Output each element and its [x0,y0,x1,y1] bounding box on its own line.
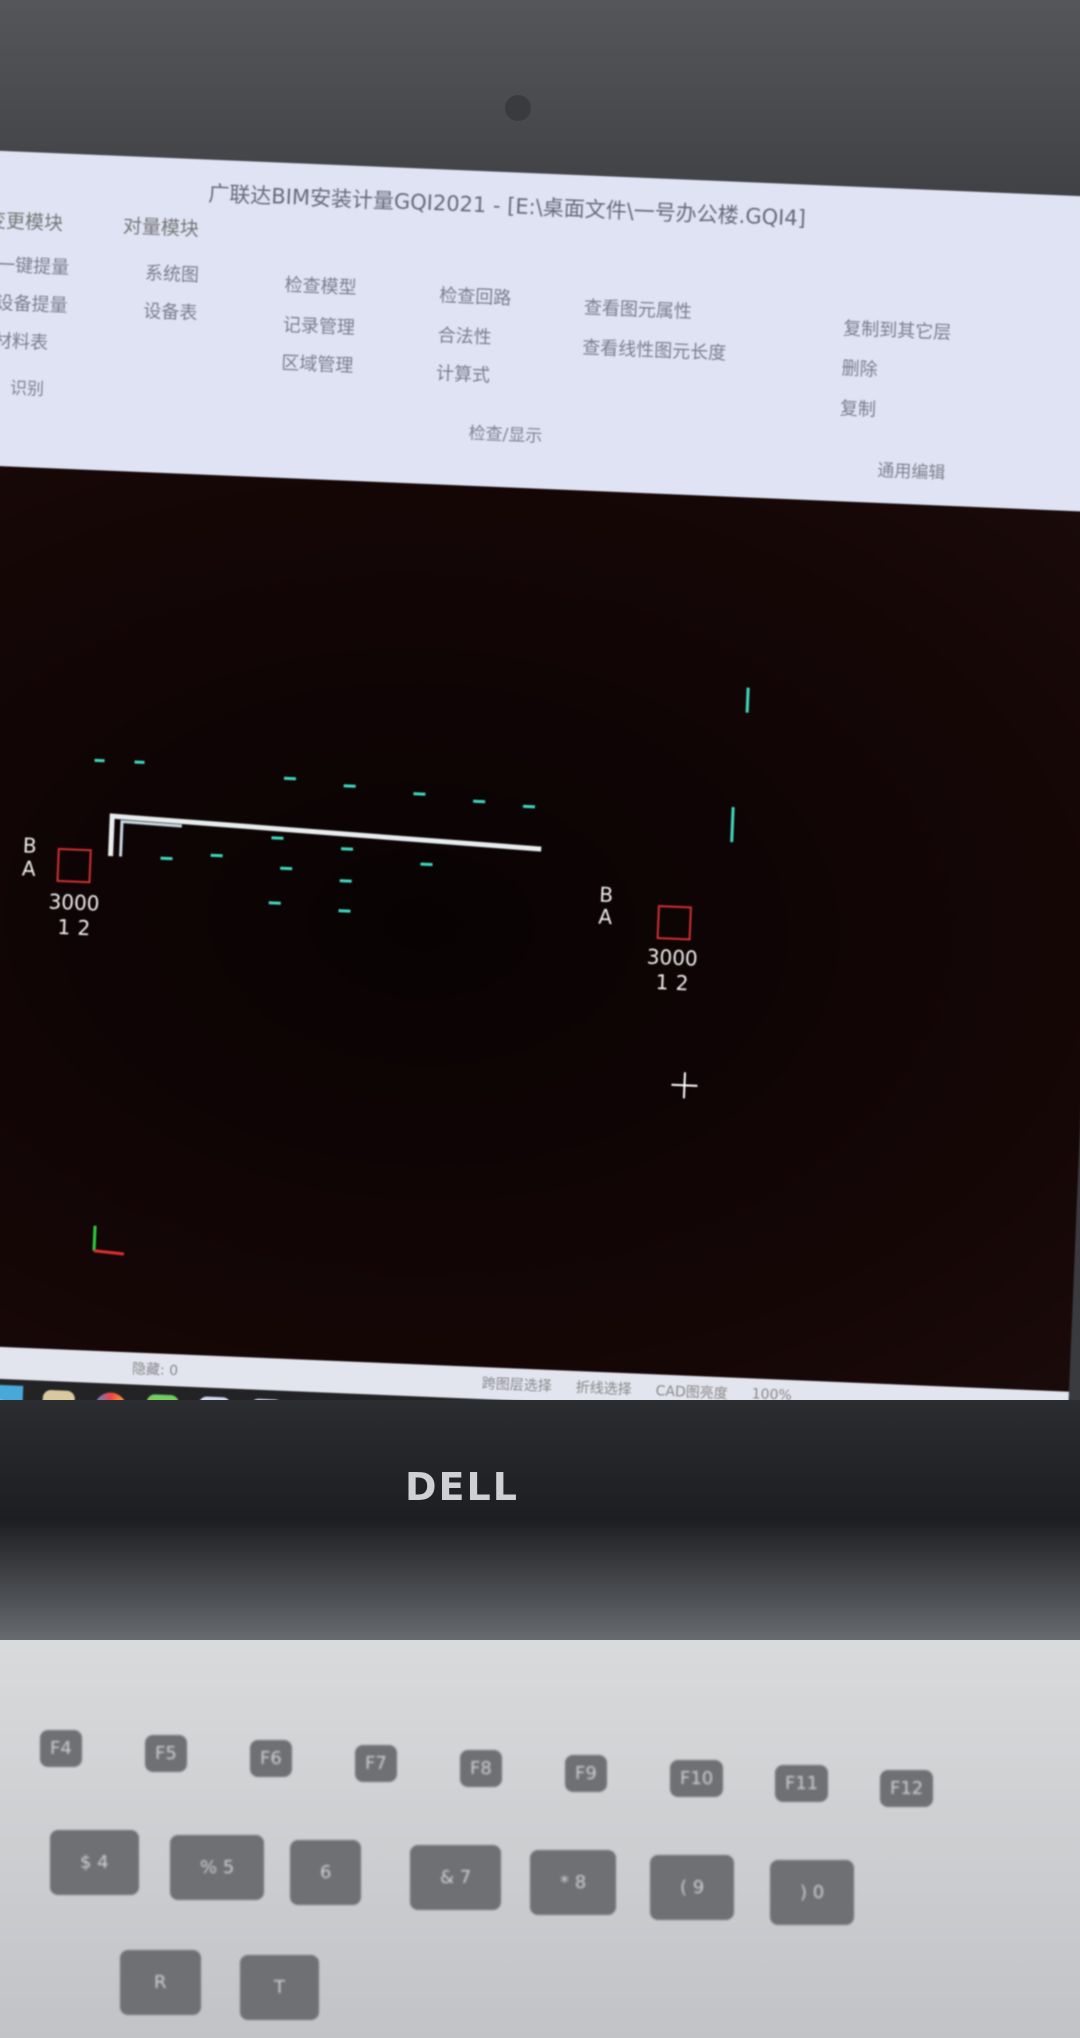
material-button[interactable]: 材料表 [0,327,49,355]
polyline-toggle[interactable]: 折线选择 [563,1377,644,1400]
key[interactable]: ( 9 [650,1855,735,1920]
axis-label-2: 2 [77,916,91,941]
tab-change[interactable]: 变更模块 [0,205,64,235]
copy-layer-button[interactable]: 复制到其它层 [843,314,952,344]
axis-label-b: B [599,883,614,908]
axis-label-b: B [22,833,37,858]
view-length-button[interactable]: 查看线性图元长度 [582,333,727,365]
system-diagram-button[interactable]: 系统图 [144,259,200,287]
key[interactable]: F9 [565,1755,607,1792]
key[interactable]: * 8 [530,1850,617,1915]
app-window: 广联达BIM安装计量GQI2021 - [E:\桌面文件\一号办公楼.GQI4]… [0,150,1080,1497]
dim-label: 3000 [646,945,698,971]
dim-label: 3000 [48,890,100,916]
device-button[interactable]: 设备提量 [0,289,68,318]
group-check: 检查/显示 [468,423,543,447]
axis-label-a: A [21,856,36,881]
key[interactable]: 6 [290,1840,362,1905]
key[interactable]: F6 [250,1740,292,1777]
keyboard: F4 F5 F6 F7 F8 F9 F10 F11 F12 $ 4 % 5 6 … [0,1640,1080,2038]
dashed-lines [94,687,750,913]
key[interactable]: F10 [670,1760,724,1797]
one-click-button[interactable]: 一键提量 [0,251,70,280]
group-edit[interactable]: 通用编辑 [877,456,946,484]
key[interactable]: ) 0 [770,1860,855,1925]
key[interactable]: F12 [880,1770,934,1807]
key[interactable]: F7 [355,1745,397,1782]
cad-canvas[interactable]: B A 3000 1 2 B A 3000 1 2 [0,465,1080,1392]
delete-button[interactable]: 删除 [841,354,878,381]
check-model-button[interactable]: 检查模型 [284,271,357,300]
key[interactable]: % 5 [170,1835,265,1900]
axis-label-a: A [598,905,613,930]
crosshair-cursor [671,1072,698,1099]
key[interactable]: F8 [460,1750,502,1787]
window-title: 广联达BIM安装计量GQI2021 - [E:\桌面文件\一号办公楼.GQI4] [207,181,807,231]
key[interactable]: T [240,1955,319,2020]
key[interactable]: R [120,1950,201,2015]
ribbon-tabs: 变更模块 对量模块 [0,205,200,241]
axis-label-1: 1 [655,970,669,995]
webcam [505,95,531,121]
device-table-button[interactable]: 设备表 [143,297,198,325]
key[interactable]: & 7 [410,1845,502,1910]
tab-compare[interactable]: 对量模块 [122,211,199,241]
key[interactable]: F11 [775,1765,829,1802]
cross-layer-toggle[interactable]: 跨图层选择 [469,1373,564,1397]
ucs-axis-icon [92,1225,125,1256]
dell-logo: DELL [405,1465,519,1509]
cad-drawing: B A 3000 1 2 B A 3000 1 2 [21,687,750,1256]
check-circuit-button[interactable]: 检查回路 [439,281,512,310]
legality-button[interactable]: 合法性 [437,321,492,349]
key[interactable]: F5 [145,1735,187,1772]
region-button[interactable]: 区域管理 [281,349,354,378]
hidden-count: 隐藏: 0 [131,1361,179,1380]
copy-button[interactable]: 复制 [839,394,876,421]
axis-label-1: 1 [57,915,71,940]
key[interactable]: F4 [40,1730,82,1767]
group-identify[interactable]: 识别 [10,373,45,399]
key[interactable]: $ 4 [50,1830,139,1895]
view-props-button[interactable]: 查看图元属性 [583,293,692,323]
axis-box [56,847,92,884]
record-button[interactable]: 记录管理 [282,311,355,340]
formula-button[interactable]: 计算式 [436,359,491,387]
axis-label-2: 2 [675,971,689,996]
